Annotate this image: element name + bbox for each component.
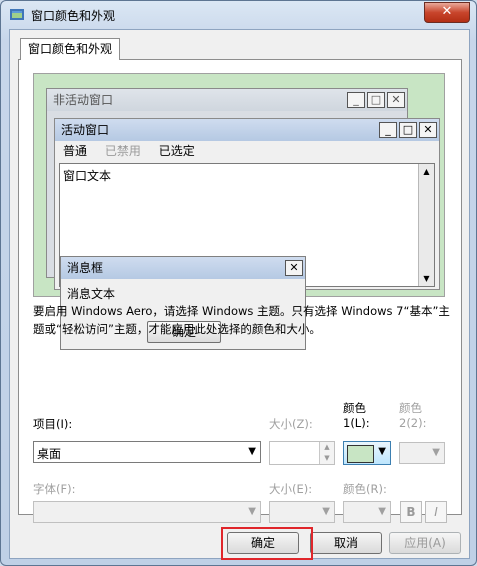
window-text-label: 窗口文本	[63, 169, 112, 183]
color2-picker[interactable]: ▼	[399, 442, 445, 464]
spin-up-icon[interactable]: ▲	[320, 442, 334, 453]
window-title: 窗口颜色和外观	[31, 9, 116, 23]
close-icon: ✕	[285, 260, 303, 276]
close-icon: ✕	[441, 4, 453, 19]
minimize-icon: _	[379, 122, 397, 138]
maximize-icon: □	[367, 92, 385, 108]
appearance-preview[interactable]: 非活动窗口 _ □ ✕ 活动窗口 _ □ ✕ 普通 已禁用 已选定 窗口文本 ▲…	[33, 73, 445, 350]
item-value: 桌面	[37, 447, 62, 461]
color1-swatch	[347, 445, 374, 463]
size1-spinner[interactable]: ▲ ▼	[269, 441, 335, 465]
chevron-down-icon: ▼	[432, 447, 440, 458]
chevron-down-icon: ▼	[322, 506, 330, 517]
color1-picker[interactable]: ▼	[343, 441, 391, 465]
font-size-select[interactable]: ▼	[269, 501, 335, 523]
scroll-up-icon[interactable]: ▲	[419, 164, 434, 179]
spin-down-icon[interactable]: ▼	[320, 453, 334, 464]
ok-button-highlight	[221, 527, 313, 560]
tab-window-color-appearance[interactable]: 窗口颜色和外观	[20, 38, 120, 60]
tab-panel: 非活动窗口 _ □ ✕ 活动窗口 _ □ ✕ 普通 已禁用 已选定 窗口文本 ▲…	[18, 59, 462, 523]
cancel-button[interactable]: 取消	[310, 532, 382, 554]
chevron-down-icon: ▼	[378, 506, 386, 517]
aero-description: 要启用 Windows Aero，请选择 Windows 主题。只有选择 Win…	[33, 304, 450, 336]
chevron-down-icon: ▼	[378, 446, 386, 457]
inactive-window-titlebar[interactable]: 非活动窗口 _ □ ✕	[47, 89, 407, 111]
preview-scrollbar[interactable]: ▲ ▼	[418, 164, 434, 286]
font-color-label: 颜色(R):	[343, 482, 387, 496]
color1-label-top: 颜色	[343, 401, 366, 415]
menu-item-normal[interactable]: 普通	[63, 144, 87, 158]
maximize-icon: □	[399, 122, 417, 138]
active-window-titlebar[interactable]: 活动窗口 _ □ ✕	[55, 119, 439, 141]
menu-item-selected[interactable]: 已选定	[159, 144, 195, 158]
preview-menu-bar[interactable]: 普通 已禁用 已选定	[55, 141, 439, 161]
chevron-down-icon: ▼	[248, 446, 256, 457]
chevron-down-icon: ▼	[248, 506, 256, 517]
font-color-picker[interactable]: ▼	[343, 501, 391, 523]
font-size-label: 大小(E):	[269, 482, 313, 496]
bold-button[interactable]: B	[400, 501, 422, 523]
italic-button[interactable]: I	[425, 501, 447, 523]
apply-button[interactable]: 应用(A)	[389, 532, 461, 554]
menu-item-disabled[interactable]: 已禁用	[105, 144, 141, 158]
close-icon: ✕	[387, 92, 405, 108]
color2-label-top: 颜色	[399, 401, 422, 415]
close-icon: ✕	[419, 122, 437, 138]
minimize-icon: _	[347, 92, 365, 108]
color1-label-bottom: 1(L):	[343, 416, 370, 430]
font-label: 字体(F):	[33, 482, 76, 496]
window-close-button[interactable]: ✕	[424, 2, 470, 23]
color2-label-bottom: 2(2):	[399, 416, 427, 430]
inactive-window-title: 非活动窗口	[53, 93, 114, 107]
item-label: 项目(I):	[33, 417, 73, 431]
item-select[interactable]: 桌面 ▼	[33, 441, 261, 463]
dialog-window: 窗口颜色和外观 ✕ 窗口颜色和外观 非活动窗口 _ □ ✕ 活动窗口 _ □ ✕…	[0, 0, 477, 566]
message-box-titlebar[interactable]: 消息框 ✕	[61, 257, 305, 279]
active-window-title: 活动窗口	[61, 123, 110, 137]
message-box-title: 消息框	[67, 261, 104, 275]
dialog-client-area: 窗口颜色和外观 非活动窗口 _ □ ✕ 活动窗口 _ □ ✕ 普通 已禁用 已选…	[9, 29, 470, 560]
appearance-app-icon	[10, 9, 24, 20]
font-select[interactable]: ▼	[33, 501, 261, 523]
message-text: 消息文本	[67, 287, 116, 301]
scroll-down-icon[interactable]: ▼	[419, 271, 434, 286]
size1-label: 大小(Z):	[269, 417, 313, 431]
title-bar: 窗口颜色和外观 ✕	[1, 1, 476, 29]
